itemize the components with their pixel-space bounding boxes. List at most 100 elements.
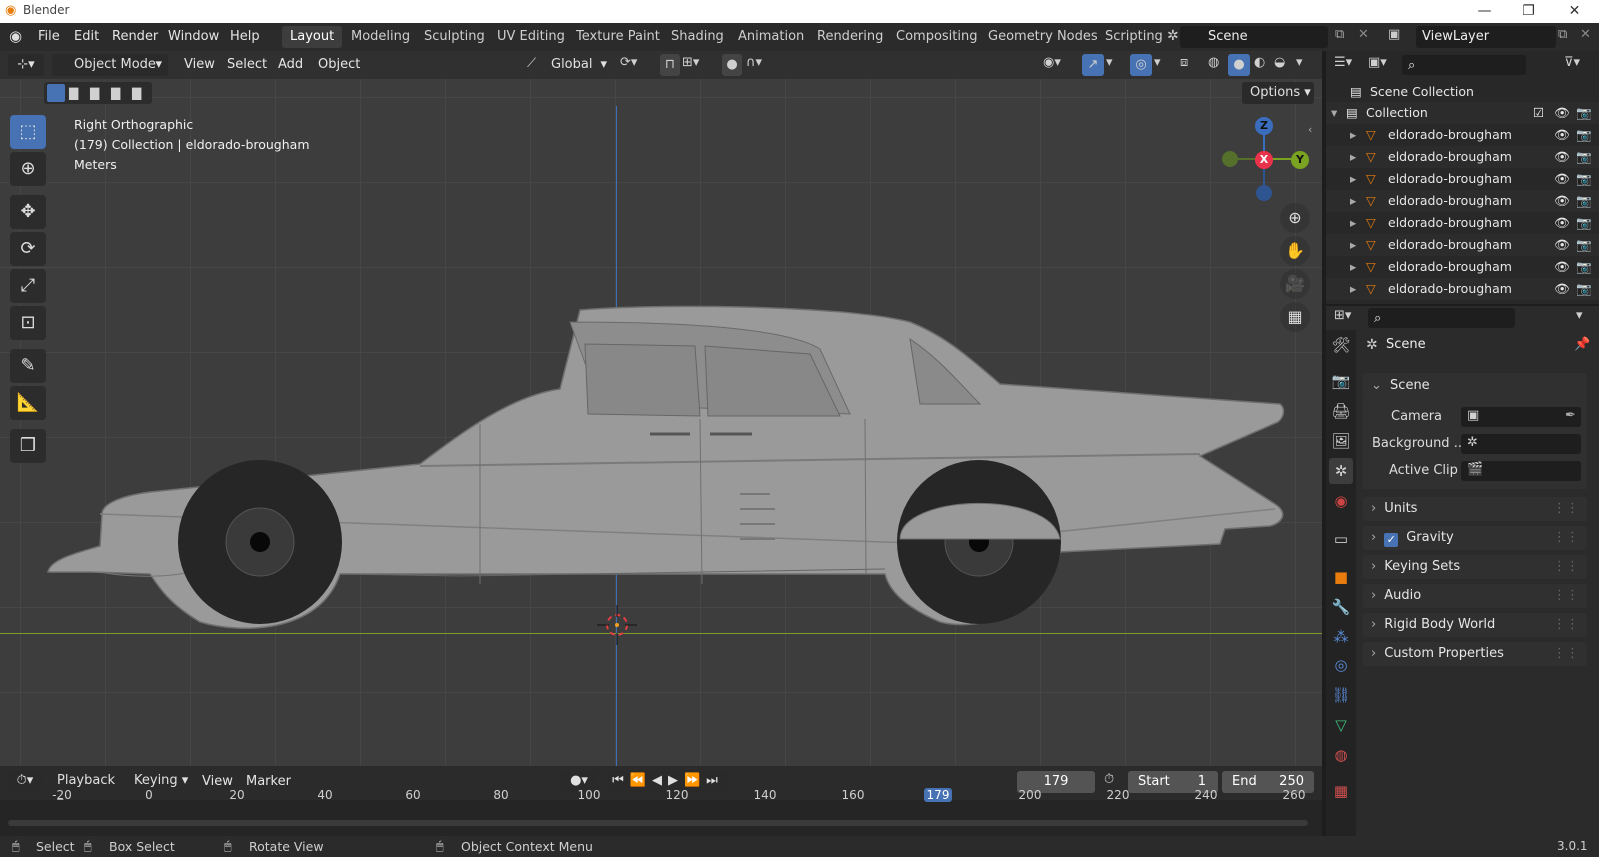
- pin-icon[interactable]: 📌: [1574, 337, 1590, 352]
- render-camera-icon[interactable]: 📷: [1576, 146, 1592, 168]
- expand-object-icon[interactable]: ▸: [1350, 278, 1356, 300]
- drag-handle-icon[interactable]: ⋮⋮: [1553, 642, 1579, 666]
- overlay-menu-icon[interactable]: ▾: [1154, 55, 1161, 70]
- outliner-object-row[interactable]: ▸ ▽ eldorado-brougham 👁 📷: [1326, 168, 1599, 190]
- data-tab-icon[interactable]: ▽: [1329, 712, 1353, 738]
- visibility-eye-icon[interactable]: 👁: [1554, 168, 1570, 190]
- car-model[interactable]: [40, 304, 1310, 634]
- drag-handle-icon[interactable]: ⋮⋮: [1553, 555, 1579, 579]
- properties-search-input[interactable]: ⌕: [1368, 308, 1515, 328]
- gizmo-y-axis[interactable]: Y: [1291, 151, 1309, 169]
- expand-collection-icon[interactable]: ▾: [1331, 102, 1337, 124]
- tab-uv-editing[interactable]: UV Editing: [489, 26, 573, 48]
- visibility-eye-icon[interactable]: 👁: [1554, 278, 1570, 300]
- outliner-object-row[interactable]: ▸ ▽ eldorado-brougham 👁 📷: [1326, 212, 1599, 234]
- rotate-tool-icon[interactable]: ⟳: [10, 232, 46, 266]
- select-new-icon[interactable]: [47, 84, 65, 102]
- editor-type-icon[interactable]: ⊹▾: [8, 54, 44, 76]
- scene-tab-icon[interactable]: ✲: [1329, 458, 1353, 484]
- panel-custom-properties[interactable]: › Custom Properties ⋮⋮: [1363, 642, 1587, 666]
- world-tab-icon[interactable]: ◉: [1329, 488, 1353, 514]
- panel-units[interactable]: › Units ⋮⋮: [1363, 497, 1587, 521]
- menu-object[interactable]: Object: [318, 56, 360, 74]
- visibility-icon[interactable]: ◉▾: [1043, 55, 1061, 70]
- modifier-tab-icon[interactable]: 🔧: [1329, 594, 1353, 620]
- tab-rendering[interactable]: Rendering: [809, 26, 891, 48]
- outliner-search-input[interactable]: ⌕: [1402, 55, 1526, 75]
- select-box-tool-icon[interactable]: ⬚: [10, 115, 46, 149]
- viewlayer-selector[interactable]: ViewLayer: [1416, 26, 1556, 48]
- cursor-tool-icon[interactable]: ⊕: [10, 152, 46, 186]
- visibility-eye-icon[interactable]: 👁: [1554, 256, 1570, 278]
- falloff-icon[interactable]: ∩▾: [746, 55, 762, 70]
- menu-file[interactable]: File: [38, 28, 60, 46]
- tab-animation[interactable]: Animation: [730, 26, 812, 48]
- outliner-object-row[interactable]: ▸ ▽ eldorado-brougham 👁 📷: [1326, 146, 1599, 168]
- collection-checkbox[interactable]: ☑: [1533, 102, 1544, 124]
- background-field[interactable]: ✲: [1461, 434, 1581, 454]
- drag-handle-icon[interactable]: ⋮⋮: [1553, 497, 1579, 521]
- move-tool-icon[interactable]: ✥: [10, 195, 46, 229]
- outliner-object-row[interactable]: ▸ ▽ eldorado-brougham 👁 📷: [1326, 190, 1599, 212]
- render-camera-icon[interactable]: 📷: [1576, 190, 1592, 212]
- outliner-object-row[interactable]: ▸ ▽ eldorado-brougham 👁 📷: [1326, 234, 1599, 256]
- outliner-object-row[interactable]: ▸ ▽ eldorado-brougham 👁 📷: [1326, 124, 1599, 146]
- expand-object-icon[interactable]: ▸: [1350, 168, 1356, 190]
- visibility-eye-icon[interactable]: 👁: [1554, 146, 1570, 168]
- tab-compositing[interactable]: Compositing: [888, 26, 986, 48]
- outliner-object-row[interactable]: ▸ ▽ eldorado-brougham 👁 📷: [1326, 256, 1599, 278]
- gizmo-x-axis[interactable]: X: [1255, 151, 1273, 169]
- object-tab-icon[interactable]: ■: [1329, 564, 1353, 590]
- render-camera-icon[interactable]: 📷: [1576, 256, 1592, 278]
- expand-object-icon[interactable]: ▸: [1350, 234, 1356, 256]
- material-tab-icon[interactable]: ◍: [1329, 742, 1353, 768]
- scene-selector[interactable]: Scene: [1180, 26, 1328, 48]
- tab-geometry-nodes[interactable]: Geometry Nodes: [980, 26, 1106, 48]
- collapse-sidebar-icon[interactable]: ‹: [1308, 123, 1312, 136]
- expand-object-icon[interactable]: ▸: [1350, 190, 1356, 212]
- gizmo-menu-icon[interactable]: ▾: [1106, 55, 1113, 70]
- stopwatch-icon[interactable]: ⏱: [1104, 772, 1114, 787]
- visibility-eye-icon[interactable]: 👁: [1554, 190, 1570, 212]
- menu-view[interactable]: View: [184, 56, 215, 74]
- expand-object-icon[interactable]: ▸: [1350, 124, 1356, 146]
- menu-render[interactable]: Render: [112, 28, 158, 46]
- tab-shading[interactable]: Shading: [663, 26, 732, 48]
- xray-icon[interactable]: ⧈: [1180, 55, 1188, 70]
- expand-object-icon[interactable]: ▸: [1350, 256, 1356, 278]
- tab-modeling[interactable]: Modeling: [343, 26, 418, 48]
- pan-hand-icon[interactable]: ✋: [1280, 236, 1310, 266]
- render-camera-icon[interactable]: 📷: [1576, 212, 1592, 234]
- output-tab-icon[interactable]: 🖨: [1329, 398, 1353, 424]
- camera-view-icon[interactable]: 🎥: [1280, 269, 1310, 299]
- menu-select[interactable]: Select: [227, 56, 267, 74]
- display-mode-icon[interactable]: ▣▾: [1368, 55, 1387, 70]
- texture-tab-icon[interactable]: ▦: [1329, 778, 1353, 804]
- active-clip-field[interactable]: 🎬: [1461, 461, 1581, 481]
- render-camera-icon[interactable]: 📷: [1576, 102, 1592, 124]
- viewlayer-tab-icon[interactable]: 🖼: [1329, 428, 1353, 454]
- minimize-icon[interactable]: —: [1462, 0, 1507, 23]
- copy-viewlayer-icon[interactable]: ⧉: [1558, 27, 1567, 42]
- menu-edit[interactable]: Edit: [74, 28, 99, 46]
- gravity-checkbox[interactable]: ✓: [1384, 533, 1399, 547]
- visibility-eye-icon[interactable]: 👁: [1554, 234, 1570, 256]
- collection-tab-icon[interactable]: ▭: [1329, 526, 1353, 552]
- drag-handle-icon[interactable]: ⋮⋮: [1553, 526, 1579, 550]
- eyedropper-icon[interactable]: ✒: [1565, 408, 1576, 423]
- select-intersect-icon[interactable]: ▇: [132, 86, 141, 100]
- physics-tab-icon[interactable]: ◎: [1329, 652, 1353, 678]
- solid-shading-icon[interactable]: ●: [1228, 54, 1250, 76]
- delete-scene-icon[interactable]: ✕: [1358, 27, 1369, 42]
- gizmo-toggle-icon[interactable]: ↗: [1082, 54, 1104, 76]
- visibility-eye-icon[interactable]: 👁: [1554, 124, 1570, 146]
- timeline-menu-marker[interactable]: Marker: [246, 773, 291, 791]
- tab-layout[interactable]: Layout: [282, 26, 343, 48]
- menu-add[interactable]: Add: [278, 56, 303, 74]
- expand-object-icon[interactable]: ▸: [1350, 212, 1356, 234]
- options-button[interactable]: Options ▾: [1242, 82, 1314, 104]
- expand-object-icon[interactable]: ▸: [1350, 146, 1356, 168]
- delete-viewlayer-icon[interactable]: ✕: [1580, 27, 1591, 42]
- outliner-type-icon[interactable]: ☰▾: [1334, 55, 1352, 70]
- render-camera-icon[interactable]: 📷: [1576, 278, 1592, 300]
